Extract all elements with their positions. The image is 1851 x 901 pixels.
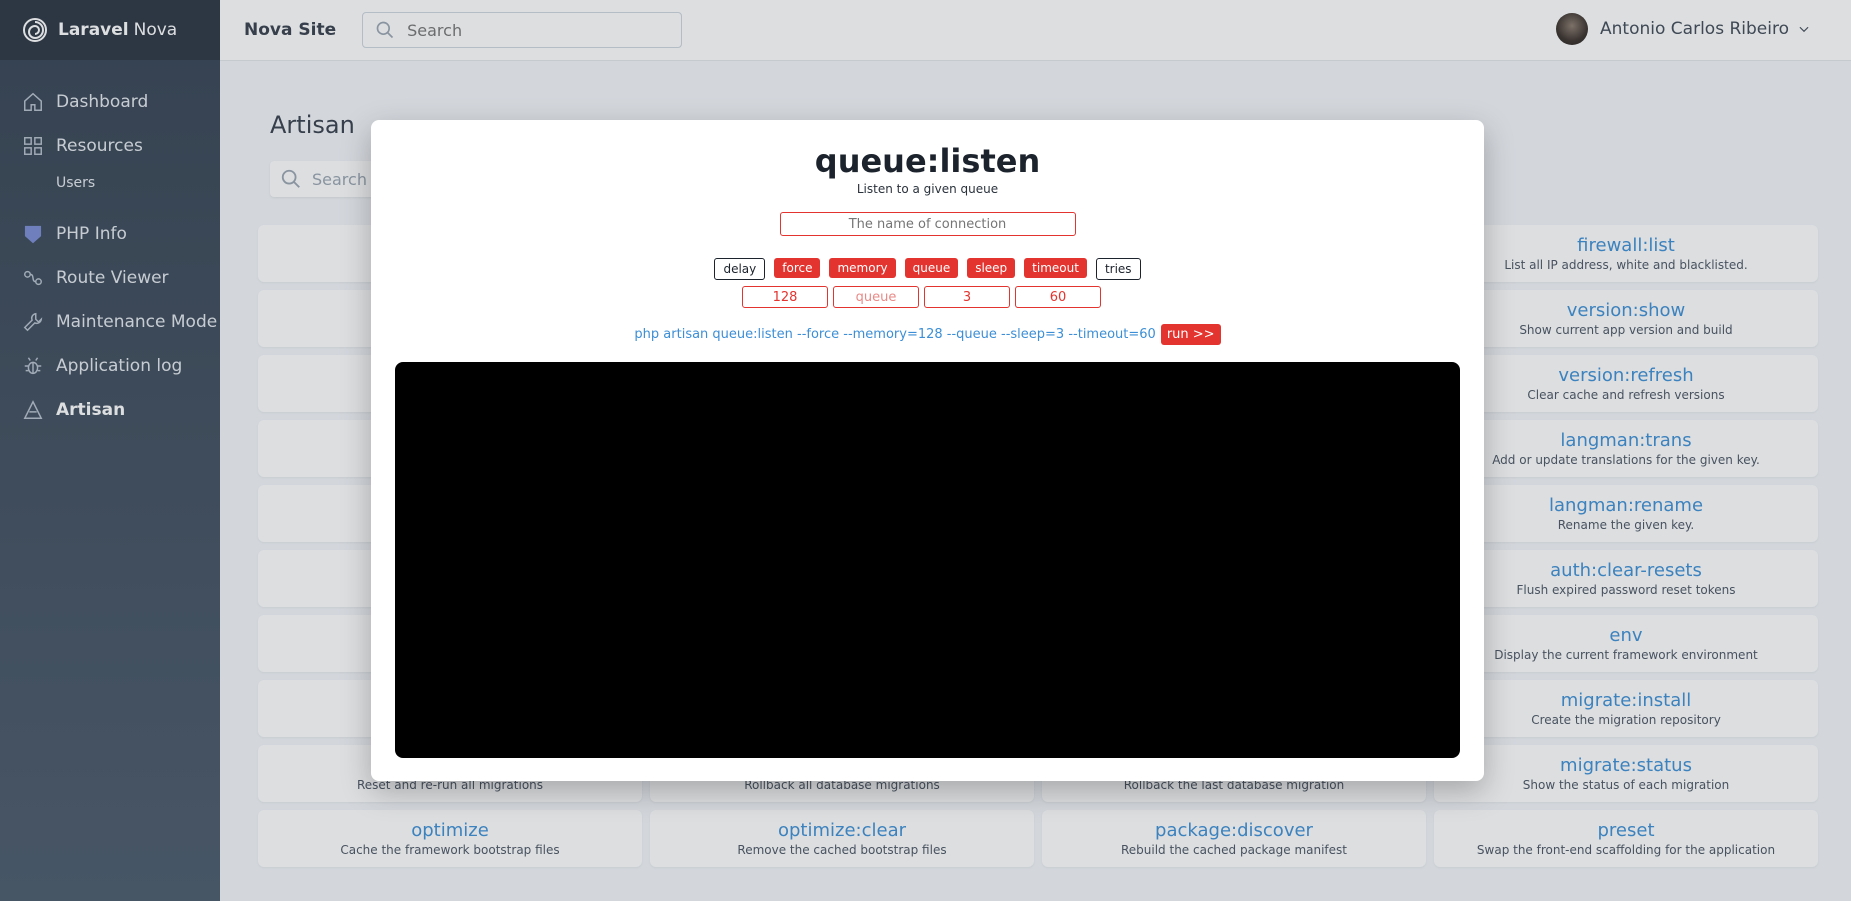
command-text: php artisan queue:listen --force --memor… <box>634 327 1156 342</box>
option-values <box>359 286 1484 308</box>
timeout-input[interactable] <box>1015 286 1101 308</box>
sleep-input[interactable] <box>924 286 1010 308</box>
option-toggle-timeout[interactable]: timeout <box>1024 258 1087 278</box>
option-toggle-memory[interactable]: memory <box>829 258 896 278</box>
queue-input[interactable] <box>833 286 919 308</box>
option-toggle-sleep[interactable]: sleep <box>967 258 1016 278</box>
command-preview: php artisan queue:listen --force --memor… <box>371 324 1484 345</box>
option-toggle-tries[interactable]: tries <box>1095 258 1141 280</box>
option-toggle-queue[interactable]: queue <box>904 258 959 278</box>
connection-input[interactable] <box>779 212 1076 236</box>
option-toggles: delay force memory queue sleep timeout tries <box>371 258 1484 280</box>
memory-input[interactable] <box>742 286 828 308</box>
option-toggle-force[interactable]: force <box>774 258 821 278</box>
modal-subtitle: Listen to a given queue <box>856 182 999 196</box>
command-modal: queue:listen Listen to a given queue del… <box>371 120 1484 781</box>
terminal-output[interactable] <box>395 362 1460 758</box>
option-toggle-delay[interactable]: delay <box>714 258 766 280</box>
run-button[interactable]: run >> <box>1160 324 1221 345</box>
modal-title: queue:listen <box>814 142 1041 180</box>
